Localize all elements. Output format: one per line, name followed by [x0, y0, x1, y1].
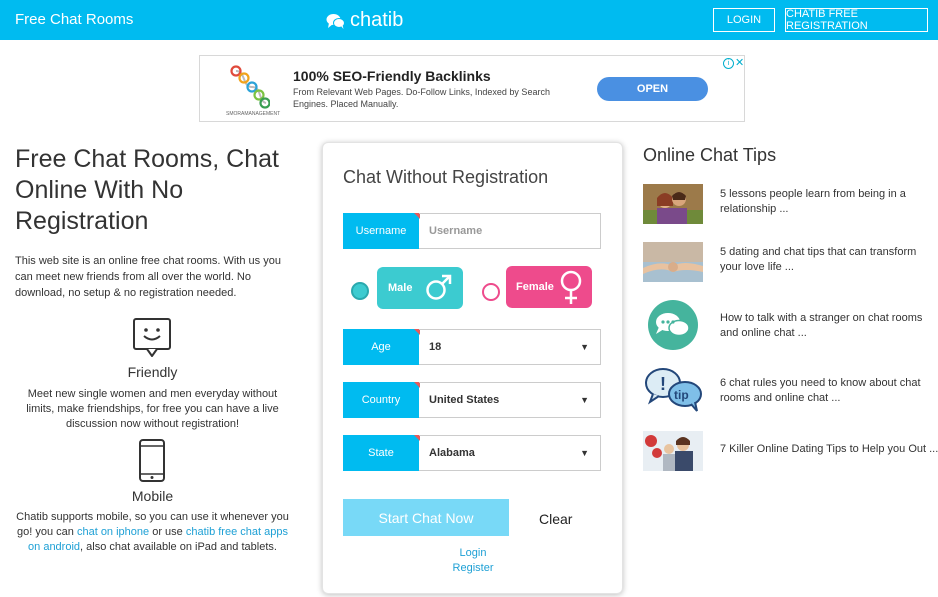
username-field: Username Username	[343, 213, 601, 249]
svg-text:tip: tip	[674, 388, 689, 402]
age-label: Age	[343, 329, 420, 365]
state-select[interactable]: Alabama	[419, 435, 601, 471]
chevron-down-icon: ▼	[580, 395, 589, 405]
tip-item[interactable]: 7 Killer Online Dating Tips to Help you …	[643, 431, 938, 475]
female-label: Female	[516, 281, 554, 293]
mobile-text-middle: or use	[149, 526, 186, 538]
female-radio[interactable]	[482, 283, 500, 301]
winter-couple-photo	[643, 431, 703, 471]
username-input[interactable]: Username	[419, 213, 601, 249]
register-link[interactable]: Register	[423, 562, 523, 574]
tip-item[interactable]: 5 lessons people learn from being in a r…	[643, 184, 938, 228]
country-label: Country	[343, 382, 420, 418]
tip-text[interactable]: 5 dating and chat tips that can transfor…	[720, 245, 935, 275]
couple-photo	[643, 184, 703, 224]
ad-title[interactable]: 100% SEO-Friendly Backlinks	[293, 68, 491, 84]
ad-close-icon[interactable]: ✕	[735, 56, 744, 69]
country-select[interactable]: United States	[419, 382, 601, 418]
female-button[interactable]: Female	[506, 266, 592, 308]
ad-logo-icon	[230, 65, 270, 109]
male-label: Male	[388, 282, 413, 294]
username-label: Username	[343, 213, 420, 249]
site-title-link[interactable]: Free Chat Rooms	[15, 11, 133, 28]
ad-banner[interactable]: SMORAMANAGEMENT 100% SEO-Friendly Backli…	[199, 55, 745, 122]
state-field: State Alabama ▼	[343, 435, 601, 471]
login-link[interactable]: Login	[423, 547, 523, 559]
feature-friendly-title: Friendly	[127, 364, 178, 380]
tip-item[interactable]: ! tip 6 chat rules you need to know abou…	[643, 368, 938, 412]
ad-logo-caption: SMORAMANAGEMENT	[226, 111, 281, 117]
male-button[interactable]: Male	[377, 267, 463, 309]
form-title: Chat Without Registration	[343, 167, 549, 187]
male-symbol-icon	[426, 274, 452, 300]
tip-text[interactable]: How to talk with a stranger on chat room…	[720, 311, 935, 341]
ad-open-button[interactable]: OPEN	[597, 77, 708, 101]
page-title: Free Chat Rooms, Chat Online With No Reg…	[15, 145, 279, 235]
top-navbar: Free Chat Rooms chatib LOGIN CHATIB FREE…	[0, 0, 938, 40]
holding-hands-photo	[643, 242, 703, 282]
tip-bubbles-icon: ! tip	[645, 368, 702, 412]
smiley-chat-icon	[133, 318, 171, 357]
chatib-logo[interactable]: chatib	[326, 9, 403, 32]
login-button[interactable]: LOGIN	[713, 8, 775, 32]
chat-login-form: Chat Without Registration Username Usern…	[322, 142, 623, 594]
tip-text[interactable]: 7 Killer Online Dating Tips to Help you …	[720, 442, 938, 457]
feature-friendly-text: Meet new single women and men everyday w…	[26, 388, 279, 430]
tips-title: Online Chat Tips	[643, 145, 777, 165]
free-registration-button[interactable]: CHATIB FREE REGISTRATION	[785, 8, 928, 32]
clear-button[interactable]: Clear	[539, 511, 572, 527]
svg-text:!: !	[660, 374, 666, 394]
male-radio[interactable]	[351, 282, 369, 300]
feature-mobile-title: Mobile	[131, 488, 174, 504]
mobile-text-end: , also chat available on iPad and tablet…	[80, 541, 277, 553]
age-field: Age 18 ▼	[343, 329, 601, 365]
country-field: Country United States ▼	[343, 382, 601, 418]
tip-item[interactable]: How to talk with a stranger on chat room…	[643, 300, 938, 350]
chat-bubbles-icon	[326, 13, 345, 29]
female-symbol-icon	[560, 270, 582, 304]
chat-bubbles-icon	[648, 300, 698, 350]
mobile-phone-icon	[139, 439, 165, 482]
ad-description: From Relevant Web Pages. Do-Follow Links…	[293, 87, 550, 109]
tip-text[interactable]: 5 lessons people learn from being in a r…	[720, 187, 935, 217]
chevron-down-icon: ▼	[580, 448, 589, 458]
tip-text[interactable]: 6 chat rules you need to know about chat…	[720, 376, 935, 406]
logo-text: chatib	[350, 9, 404, 31]
ad-info-icon[interactable]: i	[723, 58, 734, 69]
feature-mobile-text: Chatib supports mobile, so you can use i…	[15, 510, 290, 555]
intro-text: This web site is an online free chat roo…	[15, 255, 281, 299]
tip-item[interactable]: 5 dating and chat tips that can transfor…	[643, 242, 938, 286]
age-select[interactable]: 18	[419, 329, 601, 365]
state-label: State	[343, 435, 420, 471]
chat-on-iphone-link[interactable]: chat on iphone	[77, 526, 149, 538]
chevron-down-icon: ▼	[580, 342, 589, 352]
start-chat-button[interactable]: Start Chat Now	[343, 499, 509, 536]
